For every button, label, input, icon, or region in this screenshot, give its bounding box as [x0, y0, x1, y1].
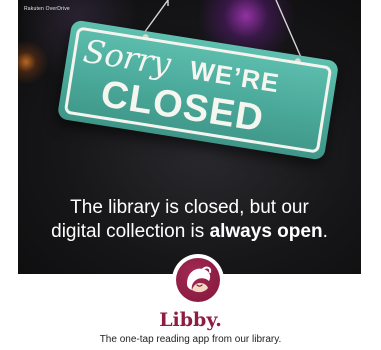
headline-line-1: The library is closed, but our — [70, 197, 309, 218]
libby-logo-disc — [176, 258, 220, 302]
headline-line-2-suffix: . — [322, 221, 328, 242]
app-name: Libby. — [159, 309, 222, 331]
headline-line-2-prefix: digital collection is — [51, 221, 210, 242]
headline-emphasis: always open — [209, 221, 323, 242]
closed-sign-photo: Rakuten OverDrive Sorry WE’RE CLOSED The… — [18, 0, 361, 274]
libby-logo-icon — [172, 254, 224, 306]
app-tagline: The one-tap reading app from our library… — [99, 334, 282, 345]
libby-poster: Rakuten OverDrive Sorry WE’RE CLOSED The… — [0, 0, 381, 350]
headline-line-2: digital collection is always open. — [18, 220, 361, 244]
libby-face-icon — [187, 266, 212, 293]
headline: The library is closed, but our digital c… — [18, 196, 361, 244]
